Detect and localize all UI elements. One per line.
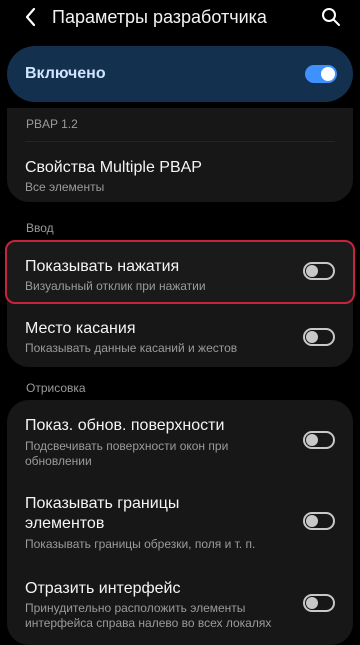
section-header-input: Ввод [26, 221, 54, 235]
item-title: Показывать нажатия [25, 258, 180, 275]
divider [25, 141, 335, 142]
toggle-knob [306, 515, 318, 527]
section-header-pbap: PBAP 1.2 [26, 117, 78, 131]
item-subtitle-line1: Подсвечивать поверхности окон при [25, 439, 229, 453]
pointer-location-toggle[interactable] [303, 328, 335, 346]
chevron-left-icon[interactable] [22, 6, 40, 28]
master-switch-label: Включено [25, 65, 106, 82]
master-switch-row[interactable]: Включено [7, 46, 353, 102]
item-subtitle: Визуальный отклик при нажатии [25, 279, 206, 293]
list-item-show-taps[interactable]: Показывать нажатия Визуальный отклик при… [7, 242, 353, 304]
list-item-multiple-pbap[interactable]: Свойства Multiple PBAP Все элементы [7, 144, 353, 200]
section-header-drawing: Отрисовка [26, 381, 86, 395]
toggle-knob [306, 597, 318, 609]
top-app-bar: Параметры разработчика [0, 0, 360, 38]
item-title-line2: элементов [25, 515, 105, 532]
toggle-knob [321, 67, 335, 81]
toggle-knob [306, 331, 318, 343]
item-subtitle-line2: интерфейса справа налево во всех локалях [25, 616, 272, 630]
item-subtitle-line1: Принудительно расположить элементы [25, 601, 246, 615]
master-switch-toggle[interactable] [305, 65, 337, 83]
item-title: Отразить интерфейс [25, 580, 181, 597]
list-item-surface-updates[interactable]: Показ. обнов. поверхности Подсвечивать п… [7, 402, 353, 482]
layout-bounds-toggle[interactable] [303, 512, 335, 530]
list-item-layout-bounds[interactable]: Показывать границы элементов Показывать … [7, 484, 353, 562]
search-icon[interactable] [320, 6, 342, 28]
page-title: Параметры разработчика [52, 7, 267, 27]
toggle-knob [306, 434, 318, 446]
item-subtitle: Все элементы [25, 180, 105, 194]
surface-updates-toggle[interactable] [303, 431, 335, 449]
item-title: Показ. обнов. поверхности [25, 417, 225, 434]
item-subtitle: Показывать данные касаний и жестов [25, 341, 238, 355]
show-taps-toggle[interactable] [303, 262, 335, 280]
list-item-force-rtl[interactable]: Отразить интерфейс Принудительно располо… [7, 564, 353, 641]
item-subtitle: Показывать границы обрезки, поля и т. п. [25, 537, 256, 551]
item-title: Свойства Multiple PBAP [25, 159, 202, 176]
item-title: Место касания [25, 320, 136, 337]
item-subtitle-line2: обновлении [25, 454, 92, 468]
list-item-pointer-location[interactable]: Место касания Показывать данные касаний … [7, 306, 353, 366]
item-title-line1: Показывать границы [25, 495, 180, 512]
toggle-knob [306, 265, 318, 277]
force-rtl-toggle[interactable] [303, 594, 335, 612]
